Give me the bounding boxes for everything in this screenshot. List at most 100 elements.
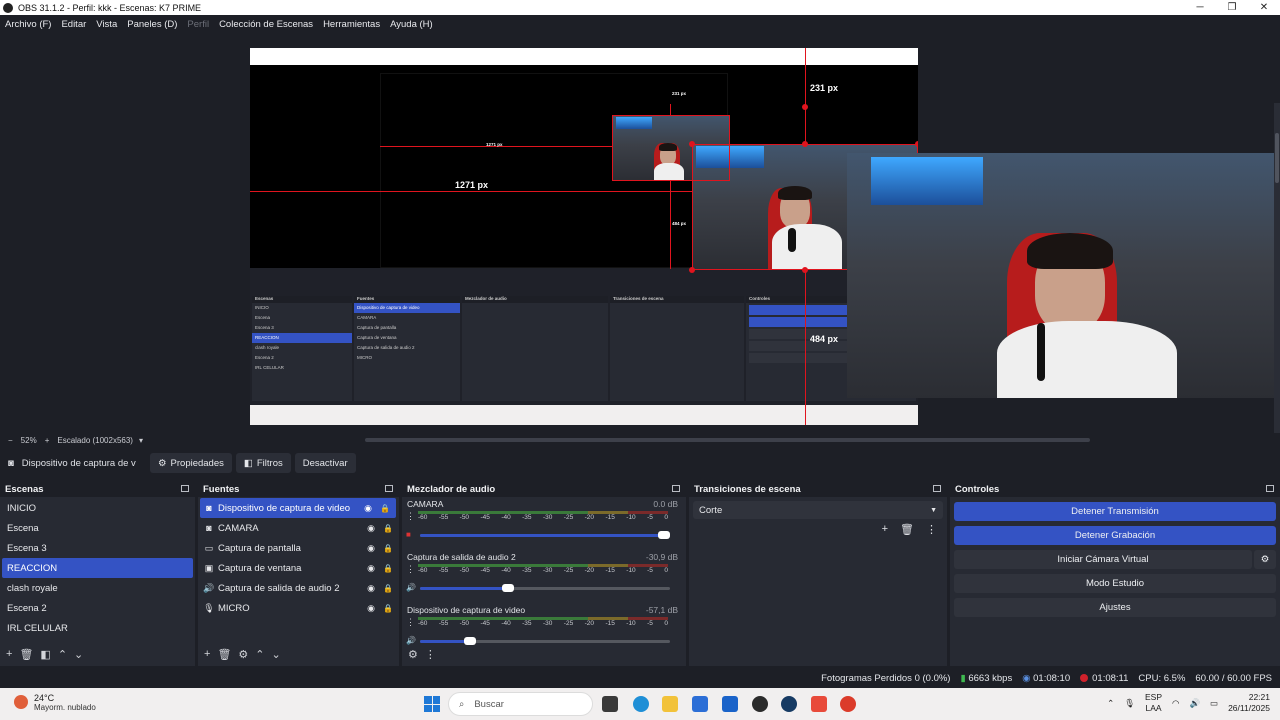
transition-select[interactable]: Corte ▼ [693, 501, 943, 519]
windows-start-icon[interactable] [424, 696, 440, 712]
trash-icon[interactable]: 🗑 [900, 523, 914, 536]
eye-icon[interactable]: ◉ [364, 503, 372, 514]
speaker-icon[interactable]: 🔊 [406, 583, 416, 592]
eye-icon[interactable]: ◉ [367, 563, 375, 574]
eye-icon[interactable]: ◉ [367, 583, 375, 594]
volume-slider[interactable] [420, 531, 670, 539]
scaling-dropdown-icon[interactable]: ▾ [139, 436, 143, 445]
outlook-icon[interactable] [722, 696, 738, 712]
muted-speaker-icon[interactable]: ■ [406, 530, 411, 539]
zoom-in-button[interactable]: + [45, 436, 50, 445]
add-icon[interactable]: + [882, 523, 888, 536]
menu-vista[interactable]: Vista [91, 19, 122, 30]
eye-icon[interactable]: ◉ [367, 523, 375, 534]
gear-icon[interactable]: ⚙ [238, 648, 248, 661]
scene-item[interactable]: Escena [0, 518, 195, 538]
battery-icon[interactable]: ▭ [1210, 698, 1218, 709]
virtual-camera-settings-button[interactable]: ⚙ [1254, 550, 1276, 569]
menu-paneles[interactable]: Paneles (D) [122, 19, 182, 30]
volume-icon[interactable]: 🔊 [1189, 698, 1200, 709]
lock-icon[interactable]: 🔒 [383, 544, 393, 553]
taskbar-search[interactable]: ⌕ Buscar [448, 692, 593, 716]
move-down-icon[interactable]: ⌄ [272, 648, 281, 661]
lock-icon[interactable]: 🔒 [383, 564, 393, 573]
scene-item-selected[interactable]: REACCION [2, 558, 193, 578]
volume-slider-knob[interactable] [658, 531, 670, 539]
menu-dots-icon[interactable]: ⋮ [926, 523, 937, 536]
menu-archivo[interactable]: Archivo (F) [0, 19, 56, 30]
minimize-button[interactable]: ─ [1184, 2, 1216, 13]
mixer-menu-icon[interactable]: ⋮ [425, 648, 436, 661]
microphone-icon[interactable]: 🎙 [1124, 698, 1135, 709]
studio-mode-button[interactable]: Modo Estudio [954, 574, 1276, 593]
source-item-selected[interactable]: ◙ Dispositivo de captura de video ◉ 🔒 [200, 498, 396, 518]
volume-slider-knob[interactable] [502, 584, 514, 592]
properties-button[interactable]: ⚙ Propiedades [150, 453, 232, 473]
lock-icon[interactable]: 🔒 [383, 584, 393, 593]
undock-icon[interactable] [385, 485, 393, 492]
maximize-button[interactable]: ❐ [1216, 2, 1248, 13]
resize-handle-top-left[interactable] [689, 141, 695, 147]
volume-slider[interactable] [420, 637, 670, 645]
resize-handle-top[interactable] [802, 104, 808, 110]
chevron-up-icon[interactable]: ⌃ [1107, 698, 1114, 709]
file-explorer-icon[interactable] [662, 696, 678, 712]
trash-icon[interactable]: 🗑 [19, 648, 33, 661]
preview-canvas[interactable]: Escenas INICIO Escena Escena 3 REACCION cla… [250, 48, 918, 425]
lock-icon[interactable]: 🔒 [383, 524, 393, 533]
webcam-source[interactable] [847, 153, 1280, 398]
scene-item[interactable]: INICIO [0, 498, 195, 518]
clock[interactable]: 22:21 26/11/2025 [1228, 692, 1270, 714]
lock-icon[interactable]: 🔒 [383, 604, 393, 613]
resize-handle-bottom-left[interactable] [689, 267, 695, 273]
source-item[interactable]: ▣ Captura de ventana ◉ 🔒 [198, 558, 399, 578]
edge-icon[interactable] [633, 696, 649, 712]
zoom-out-button[interactable]: − [8, 436, 13, 445]
chrome-icon[interactable] [840, 696, 856, 712]
source-item[interactable]: 🔊 Captura de salida de audio 2 ◉ 🔒 [198, 578, 399, 598]
resize-handle-top-right[interactable] [915, 141, 918, 147]
undock-icon[interactable] [933, 485, 941, 492]
undock-icon[interactable] [672, 485, 680, 492]
preview-vertical-scrollbar[interactable] [1274, 103, 1280, 433]
scene-item[interactable]: clash royale [0, 578, 195, 598]
scene-filter-icon[interactable]: ◧ [40, 648, 50, 661]
resize-handle-top-mid[interactable] [802, 141, 808, 147]
menu-editar[interactable]: Editar [56, 19, 91, 30]
trash-icon[interactable]: 🗑 [217, 648, 231, 661]
obs-taskbar-icon[interactable] [752, 696, 768, 712]
add-icon[interactable]: + [204, 648, 210, 660]
move-up-icon[interactable]: ⌃ [58, 648, 67, 661]
scene-item[interactable]: Escena 3 [0, 538, 195, 558]
close-button[interactable]: ✕ [1248, 2, 1280, 13]
scene-item[interactable]: IRL CELULAR [0, 618, 195, 638]
weather-widget[interactable]: 24°C Mayorm. nublado [14, 693, 96, 712]
source-item[interactable]: 🎙 MICRO ◉ 🔒 [198, 598, 399, 618]
move-up-icon[interactable]: ⌃ [255, 648, 264, 661]
eye-icon[interactable]: ◉ [367, 543, 375, 554]
stop-streaming-button[interactable]: Detener Transmisión [954, 502, 1276, 521]
add-icon[interactable]: + [6, 648, 12, 660]
start-virtual-camera-button[interactable]: Iniciar Cámara Virtual [954, 550, 1252, 569]
channel-menu-icon[interactable]: ⋮ [406, 511, 415, 522]
scene-item[interactable]: Escena 2 [0, 598, 195, 618]
mixer-settings-icon[interactable]: ⚙ [408, 648, 418, 661]
preview-horizontal-scrollbar[interactable] [365, 438, 1090, 442]
settings-button[interactable]: Ajustes [954, 598, 1276, 617]
app-icon[interactable] [811, 696, 827, 712]
undock-icon[interactable] [181, 485, 189, 492]
store-icon[interactable] [692, 696, 708, 712]
keyboard-language[interactable]: ESP LAA [1145, 692, 1162, 714]
filters-button[interactable]: ◧ Filtros [235, 453, 291, 473]
undock-icon[interactable] [1266, 485, 1274, 492]
steam-icon[interactable] [781, 696, 797, 712]
source-item[interactable]: ▭ Captura de pantalla ◉ 🔒 [198, 538, 399, 558]
channel-menu-icon[interactable]: ⋮ [406, 564, 415, 575]
resize-handle-bottom-mid[interactable] [802, 267, 808, 273]
lock-icon[interactable]: 🔒 [380, 504, 390, 513]
channel-menu-icon[interactable]: ⋮ [406, 617, 415, 628]
taskview-app-icon[interactable] [602, 696, 618, 712]
move-down-icon[interactable]: ⌄ [74, 648, 83, 661]
deactivate-button[interactable]: Desactivar [294, 453, 356, 473]
menu-ayuda[interactable]: Ayuda (H) [385, 19, 438, 30]
